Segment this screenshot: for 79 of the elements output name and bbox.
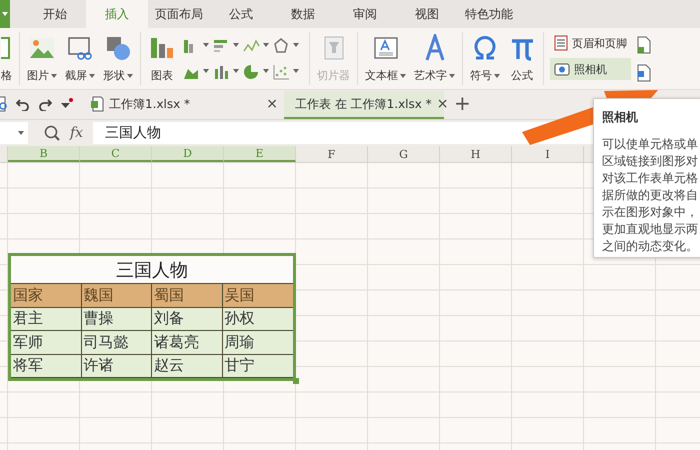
caret-icon — [203, 43, 209, 47]
ribbon-button[interactable]: 艺术字 — [413, 32, 456, 85]
table-cell: 君主 — [11, 308, 82, 331]
caret-icon — [18, 131, 24, 135]
table-cell: 周瑜 — [222, 331, 293, 354]
table-header-cell: 吴国 — [222, 284, 293, 308]
fill-handle[interactable] — [293, 378, 299, 384]
menu-tab[interactable]: 审阅 — [334, 0, 396, 28]
ribbon-button[interactable]: 形状 — [102, 32, 134, 85]
caret-icon — [293, 43, 299, 47]
menu-tab[interactable]: 特色功能 — [458, 0, 520, 28]
table-header-cell: 蜀国 — [152, 284, 222, 308]
tooltip-text: 据所做的更改将自 — [602, 187, 699, 204]
column-header[interactable]: G — [368, 146, 440, 162]
ribbon-button[interactable]: 截屏 — [64, 32, 96, 85]
undo-icon[interactable] — [16, 97, 30, 111]
column-header[interactable]: I — [512, 146, 584, 162]
document-tab-label: 工作表 在 工作簿1.xlsx * — [295, 96, 432, 112]
document-tab-label: 工作簿1.xlsx * — [109, 96, 190, 112]
column-header[interactable]: F — [296, 146, 368, 162]
menu-tab[interactable]: 视图 — [396, 0, 458, 28]
table-cell: 诸葛亮 — [152, 331, 222, 354]
shapes-icon — [104, 34, 132, 62]
caret-icon — [263, 69, 269, 73]
caret-icon — [233, 43, 239, 47]
new-tab-button[interactable]: + — [454, 91, 471, 115]
caret-icon — [203, 69, 209, 73]
caret-icon — [2, 12, 8, 16]
radar-chart-icon[interactable] — [273, 36, 290, 54]
table-cell: 许诸 — [82, 354, 152, 378]
ribbon-button[interactable]: 文本框 — [364, 32, 407, 85]
file-icon[interactable] — [637, 64, 651, 82]
menu-tab[interactable]: 公式 — [210, 0, 272, 28]
caret-icon — [293, 69, 299, 73]
tooltip-text: 示在图形对象中， — [602, 204, 699, 221]
ribbon-button[interactable]: 符号 — [469, 32, 501, 85]
file-icon[interactable] — [637, 36, 651, 54]
line-chart-icon[interactable] — [243, 36, 260, 54]
document-tab[interactable]: 工作表 在 工作簿1.xlsx * × — [284, 91, 444, 119]
caret-icon — [233, 69, 239, 73]
table-cell: 司马懿 — [82, 331, 152, 354]
ribbon-button[interactable]: 图表 — [147, 32, 177, 85]
table-icon — [1, 37, 10, 59]
ribbon-button[interactable]: 格 — [0, 32, 13, 85]
menu-tab[interactable]: 插入 — [86, 0, 148, 28]
ribbon-button[interactable]: 公式 — [507, 32, 537, 85]
tooltip-text: 之间的动态变化。 — [602, 238, 699, 255]
pie-chart-icon[interactable] — [243, 62, 260, 80]
scatter-chart-icon[interactable] — [273, 62, 290, 80]
ribbon-button[interactable]: 图片 — [26, 32, 58, 85]
function-button[interactable]: fx — [70, 125, 84, 141]
menu-tab[interactable]: 开始 — [24, 0, 86, 28]
tooltip-text: 区域链接到图形对 — [602, 153, 699, 170]
caret-icon — [263, 43, 269, 47]
ribbon-button[interactable]: 页眉和页脚 — [550, 32, 631, 54]
table-cell: 甘宁 — [222, 354, 293, 378]
table-header-cell: 国家 — [11, 284, 82, 308]
table-cell: 军师 — [11, 331, 82, 354]
spreadsheet-file-icon — [90, 96, 104, 112]
redo-icon[interactable] — [38, 97, 52, 111]
table-cell: 孙权 — [222, 308, 293, 331]
table-cell: 将军 — [11, 354, 82, 378]
table-cell: 曹操 — [82, 308, 152, 331]
menu-tab[interactable]: 数据 — [272, 0, 334, 28]
table-cell: 刘备 — [152, 308, 222, 331]
menu-tab[interactable]: 页面布局 — [148, 0, 210, 28]
zoom-icon[interactable] — [44, 125, 60, 141]
table-header-cell: 魏国 — [82, 284, 152, 308]
table-cell: 赵云 — [152, 354, 222, 378]
document-icon — [554, 35, 568, 51]
camera-icon — [554, 62, 570, 76]
column-header[interactable]: H — [440, 146, 512, 162]
ribbon-button[interactable]: 照相机 — [550, 58, 631, 80]
customize-icon[interactable] — [60, 98, 74, 110]
table-title: 三国人物 — [11, 256, 293, 284]
tooltip-text: 对该工作表单元格 — [602, 170, 699, 187]
close-button[interactable]: × — [266, 96, 278, 112]
tooltip-text: 更加直观地显示两 — [602, 221, 699, 238]
document-tab[interactable]: 工作簿1.xlsx * × — [84, 91, 284, 119]
